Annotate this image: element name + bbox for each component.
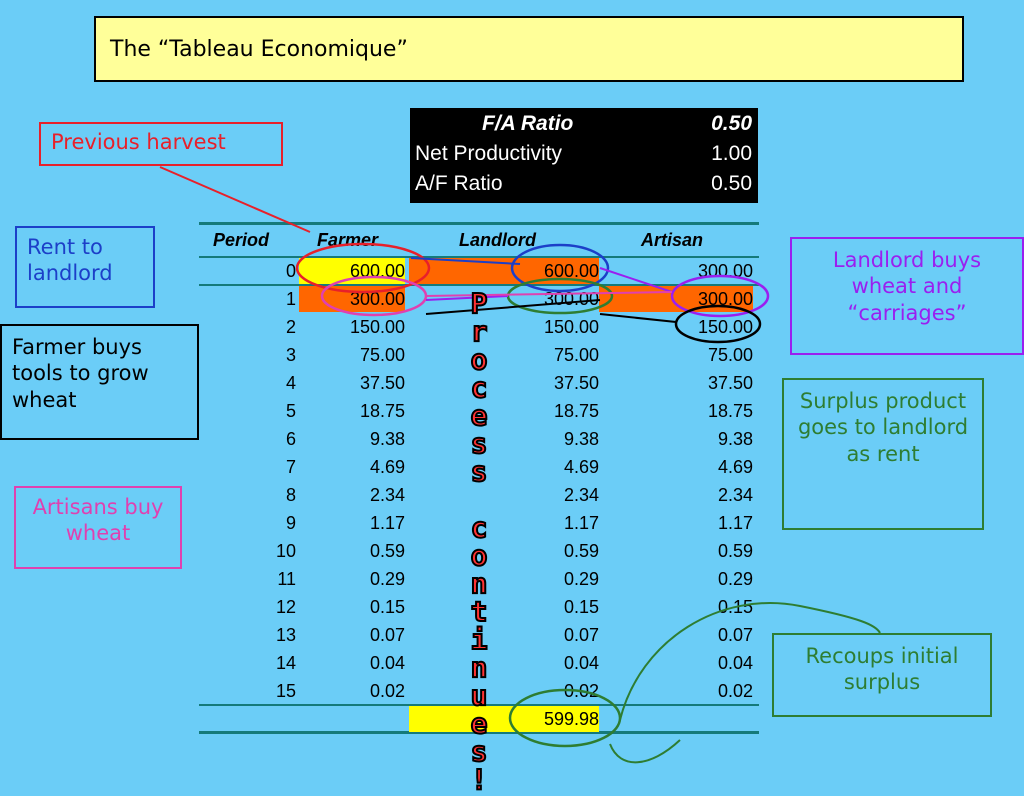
circle-red <box>295 242 431 294</box>
circle-purple <box>670 274 770 318</box>
circle-green-top <box>506 277 614 315</box>
vertical-text: Process c o n t i n u e s! <box>470 287 489 796</box>
circle-black <box>674 304 762 344</box>
pointer-line-red <box>159 166 311 233</box>
circle-pink <box>320 275 428 317</box>
process-continues-text: Process c o n t i n u e s! <box>438 287 520 796</box>
circle-green-bottom <box>508 688 622 748</box>
